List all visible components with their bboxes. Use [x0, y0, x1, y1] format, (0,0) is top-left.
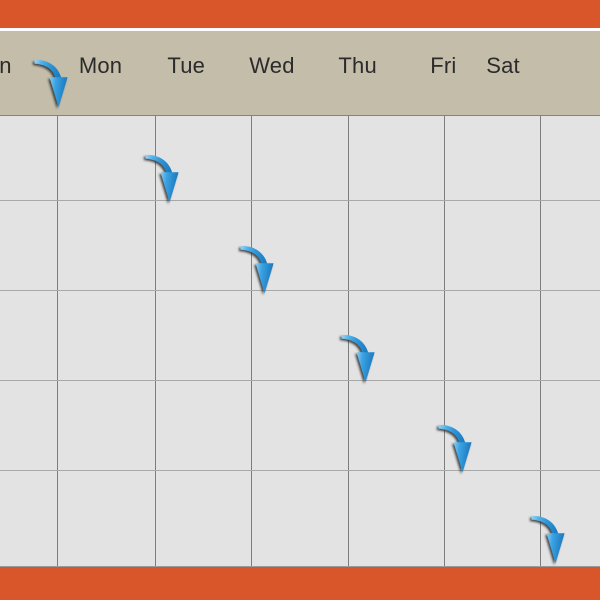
top-banner: [0, 0, 600, 28]
weekday-label-thu[interactable]: Thu: [315, 31, 401, 116]
grid-column-divider: [251, 116, 252, 567]
bottom-banner: [0, 567, 600, 600]
grid-column-divider: [444, 116, 445, 567]
screenshot-root: Sun Mon Tue Wed Thu Fri Sat: [0, 0, 600, 600]
weekday-label-wed[interactable]: Wed: [229, 31, 315, 116]
grid-row-divider: [0, 290, 600, 291]
weekday-text: Tue: [167, 52, 206, 78]
grid-column-divider: [348, 116, 349, 567]
weekday-label-sun[interactable]: Sun: [0, 31, 58, 116]
weekday-text: Wed: [249, 52, 295, 78]
weekday-label-tue[interactable]: Tue: [143, 31, 229, 116]
weekday-text: Thu: [338, 52, 377, 78]
calendar-grid[interactable]: [0, 116, 600, 567]
weekday-label-fri[interactable]: Fri: [401, 31, 487, 116]
grid-column-divider: [155, 116, 156, 567]
weekday-text: Sun: [0, 52, 12, 78]
weekday-text: Sat: [486, 52, 520, 78]
weekday-text: Mon: [78, 52, 123, 78]
calendar-weekday-header: Sun Mon Tue Wed Thu Fri Sat: [0, 31, 600, 116]
grid-row-divider: [0, 470, 600, 471]
weekday-label-sat[interactable]: Sat: [486, 31, 572, 116]
weekday-label-mon[interactable]: Mon: [58, 31, 144, 116]
grid-column-divider: [57, 116, 58, 567]
grid-column-divider: [540, 116, 541, 567]
weekday-header-row: Sun Mon Tue Wed Thu Fri Sat: [0, 31, 600, 116]
grid-row-divider: [0, 200, 600, 201]
grid-row-divider: [0, 380, 600, 381]
weekday-text: Fri: [430, 52, 457, 78]
